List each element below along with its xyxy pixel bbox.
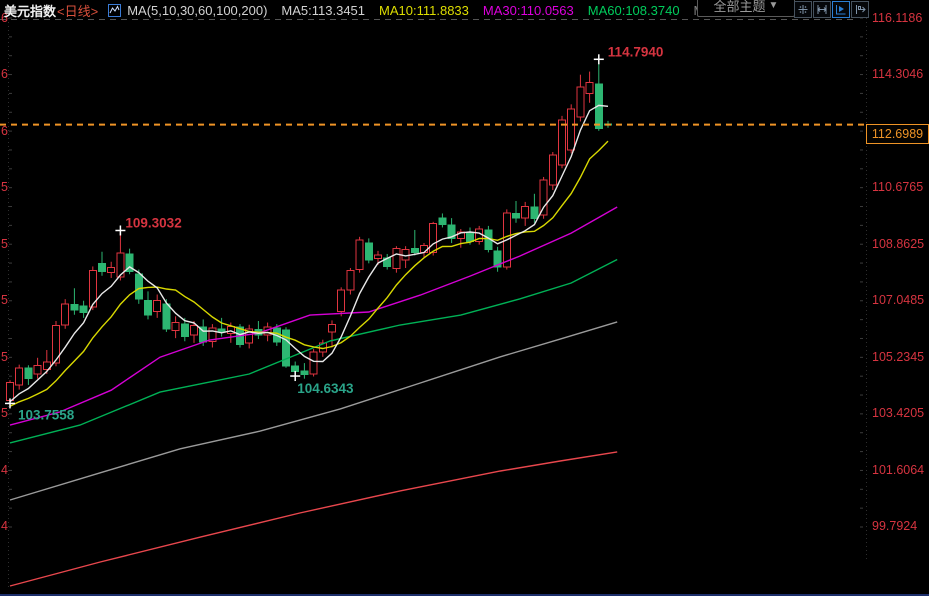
candle-down [144,300,152,316]
symbol-title: 美元指数 [4,4,57,19]
theme-dropdown-label: 全部主题 [713,0,766,14]
candle-down [79,305,88,313]
chart-window: 美元指数 <日线> MA(5,10,30,60,100,200) MA5:113.… [0,0,929,596]
candle-up [153,300,162,313]
candle-up [558,119,566,166]
ma-legend-item-ma60: MA60:108.3740 [587,3,680,18]
candle-up [328,324,336,333]
right-axis-price-label: 99.7924 [872,519,918,534]
left-axis-clipped-digit: 6 [1,123,8,138]
left-axis-clipped-digit: 5 [1,349,8,364]
candle-up [6,382,14,401]
ma-legend-item-ma30: MA30:110.0563 [482,3,574,18]
candle-down [364,242,373,261]
price-annotation: 103.7558 [18,407,75,422]
ma100-line [9,321,618,501]
ma10-line [9,140,609,407]
ma-legend: MA(5,10,30,60,100,200) MA5:113.3451 MA10:1… [127,3,749,18]
ma5-line [9,104,609,403]
theme-dropdown-button[interactable]: 全部主题 ▼ [697,0,795,17]
ma-legend-item-ma-settings: MA(5,10,30,60,100,200) [127,3,268,18]
candle-up [171,322,180,331]
left-axis-clipped-digit: 5 [1,180,8,195]
candle-up [585,81,594,94]
candle-down [70,303,79,311]
right-axis-price-label: 110.6765 [872,180,924,195]
candle-up [61,303,70,326]
left-axis-clipped-digit: 4 [1,519,8,534]
pan-icon[interactable] [794,1,812,18]
candlestick-chart-canvas[interactable]: 109.3032 114.7940 104.6343 103.7558 [0,0,929,596]
price-annotation: 114.7940 [608,44,664,59]
ma-legend-item-ma5: MA5:113.3451 [281,3,366,18]
chart-toolbar [794,1,869,18]
candle-down [98,262,106,273]
fit-width-icon[interactable] [813,1,831,18]
right-axis-price-label: 105.2345 [872,349,925,364]
price-annotation: 104.6343 [297,381,354,396]
candle-down [466,232,474,242]
candle-down [530,206,539,220]
right-axis-price-label: 103.4205 [872,406,925,421]
mini-chart-icon [108,4,122,17]
candle-down [410,248,419,253]
left-axis-clipped-digit: 5 [1,293,8,308]
candle-down [180,323,189,338]
candle-up [567,108,576,151]
candle-up [346,269,355,291]
candle-up [33,365,42,375]
candle-up [337,289,346,313]
candle-up [355,239,364,271]
right-axis-price-label: 107.0485 [872,293,925,308]
candle-up [309,351,318,375]
left-axis-clipped-digit: 5 [1,236,8,251]
candle-down [24,367,33,380]
candle-down [134,273,143,300]
left-axis-clipped-digit: 6 [1,67,8,82]
candle-up [374,254,382,260]
candle-down [291,365,300,373]
price-annotation: 109.3032 [125,215,181,230]
candle-up [576,86,585,118]
candle-up [15,367,24,386]
right-axis-price-label: 114.3046 [872,67,924,82]
candle-up [429,223,438,253]
candle-down [217,328,226,333]
current-price-badge: 112.6989 [866,123,929,144]
candle-up [190,325,198,336]
left-axis-clipped-digit: 5 [1,406,8,421]
candle-up [521,205,530,219]
candle-down [300,370,309,376]
candle-up [420,245,428,253]
caret-down-icon: ▼ [768,0,779,11]
shift-right-icon[interactable] [851,1,869,18]
candle-up [392,248,401,270]
candle-down [438,217,447,225]
candle-up [539,179,548,216]
auto-scale-icon[interactable] [832,1,850,18]
candle-up [548,154,557,186]
right-axis-price-label: 108.8625 [872,236,925,251]
candle-down [512,212,520,219]
candle-down [162,303,171,330]
candle-up [107,266,116,274]
period-tag: <日线> [57,4,99,19]
right-axis-price-label: 101.6064 [872,462,925,477]
ma-legend-item-ma10: MA10:111.8833 [379,3,469,18]
left-axis-clipped-digit: 4 [1,462,8,477]
